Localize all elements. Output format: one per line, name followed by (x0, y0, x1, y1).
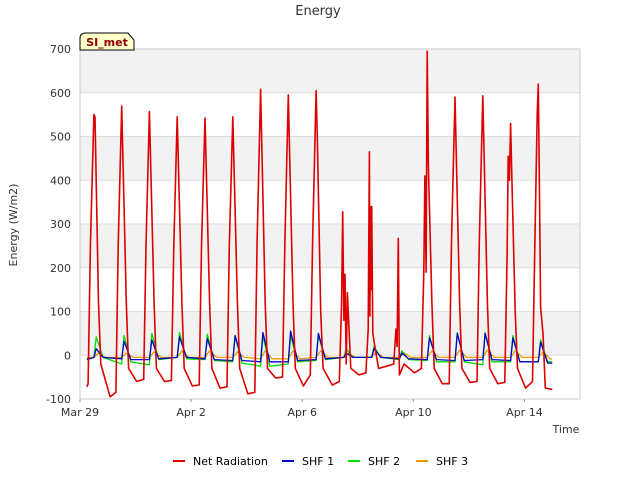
chart-container: -100 0 100 200 300 400 500 600 700 Mar 29 Apr 2 Ap… (0, 0, 640, 480)
y-tick-label: 500 (50, 131, 71, 144)
plot-band (80, 136, 580, 181)
plot-band (80, 180, 580, 224)
plot-band (80, 267, 580, 312)
y-tick-label: 700 (50, 43, 71, 56)
x-tick-label: Apr 10 (395, 406, 432, 419)
plot-band (80, 49, 580, 93)
legend-label-shf-3: SHF 3 (436, 455, 468, 468)
plot-band (80, 224, 580, 268)
y-tick-label: 200 (50, 262, 71, 275)
legend-label-shf-1: SHF 1 (302, 455, 334, 468)
site-badge-label: SI_met (86, 36, 128, 49)
y-tick-label: -100 (46, 393, 71, 406)
y-axis-label: Energy (W/m2) (7, 184, 20, 267)
energy-chart: -100 0 100 200 300 400 500 600 700 Mar 29 Apr 2 Ap… (0, 0, 640, 480)
x-tick-label: Apr 2 (176, 406, 206, 419)
legend-label-net-radiation: Net Radiation (193, 455, 268, 468)
x-tick-label: Apr 14 (506, 406, 543, 419)
plot-band (80, 92, 580, 137)
chart-title: Energy (295, 4, 341, 19)
legend-label-shf-2: SHF 2 (368, 455, 400, 468)
x-axis-label: Time (552, 423, 580, 436)
y-tick-label: 300 (50, 218, 71, 231)
x-tick-label: Mar 29 (61, 406, 99, 419)
y-tick-label: 100 (50, 306, 71, 319)
site-badge: SI_met (79, 32, 135, 51)
x-tick-label: Apr 6 (287, 406, 317, 419)
y-tick-label: 0 (64, 349, 71, 362)
y-tick-label: 400 (50, 174, 71, 187)
y-tick-label: 600 (50, 87, 71, 100)
